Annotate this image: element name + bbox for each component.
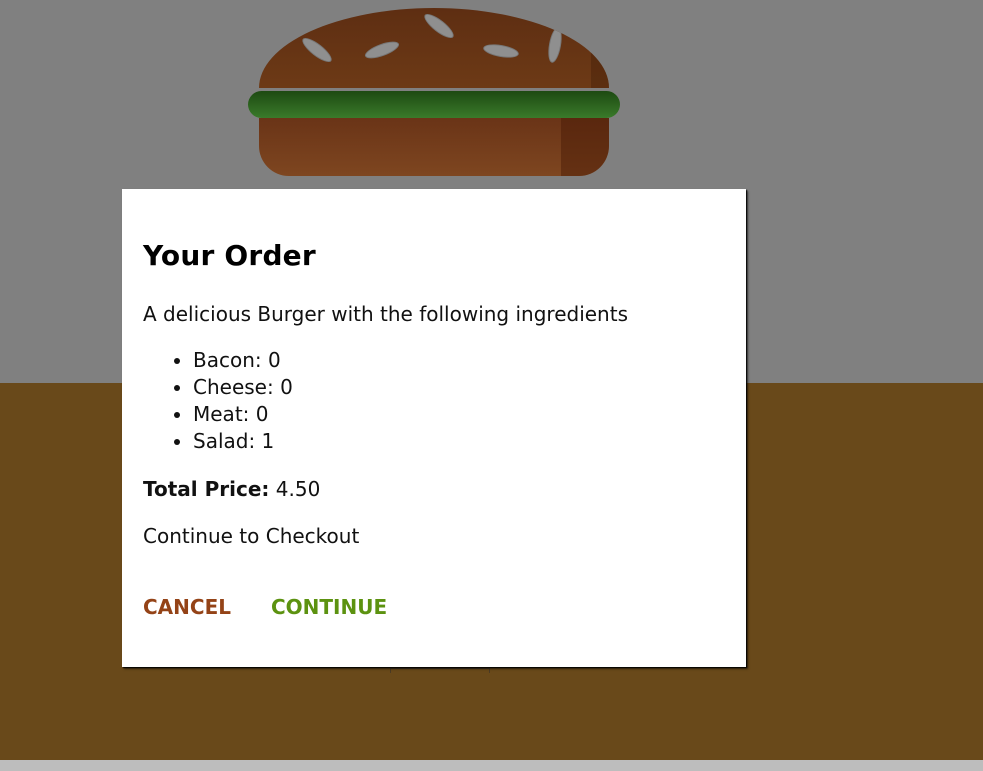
cancel-button[interactable]: CANCEL	[143, 595, 231, 619]
bread-top-icon	[259, 8, 609, 88]
order-summary-modal: Your Order A delicious Burger with the f…	[122, 189, 746, 667]
ingredient-item-meat: Meat: 0	[193, 401, 293, 428]
seed-icon	[421, 10, 457, 42]
ingredient-item-cheese: Cheese: 0	[193, 374, 293, 401]
checkout-prompt: Continue to Checkout	[143, 524, 360, 548]
seed-icon	[363, 38, 401, 62]
bread-bottom-icon	[259, 118, 609, 176]
ingredient-item-bacon: Bacon: 0	[193, 347, 293, 374]
seed-icon	[482, 41, 520, 61]
total-price: Total Price: 4.50	[143, 477, 320, 501]
salad-icon	[248, 91, 620, 118]
total-price-value: 4.50	[275, 477, 321, 501]
order-now-button-edge	[390, 668, 490, 673]
total-price-label: Total Price:	[143, 477, 270, 501]
app-page: Your Order A delicious Burger with the f…	[0, 0, 983, 771]
ingredients-list: Bacon: 0 Cheese: 0 Meat: 0 Salad: 1	[143, 347, 293, 455]
modal-title: Your Order	[143, 239, 316, 272]
bottom-strip	[0, 760, 983, 771]
seed-icon	[545, 26, 565, 64]
continue-button[interactable]: CONTINUE	[271, 595, 387, 619]
ingredient-item-salad: Salad: 1	[193, 428, 293, 455]
order-intro-text: A delicious Burger with the following in…	[143, 302, 628, 326]
seed-icon	[299, 34, 335, 66]
